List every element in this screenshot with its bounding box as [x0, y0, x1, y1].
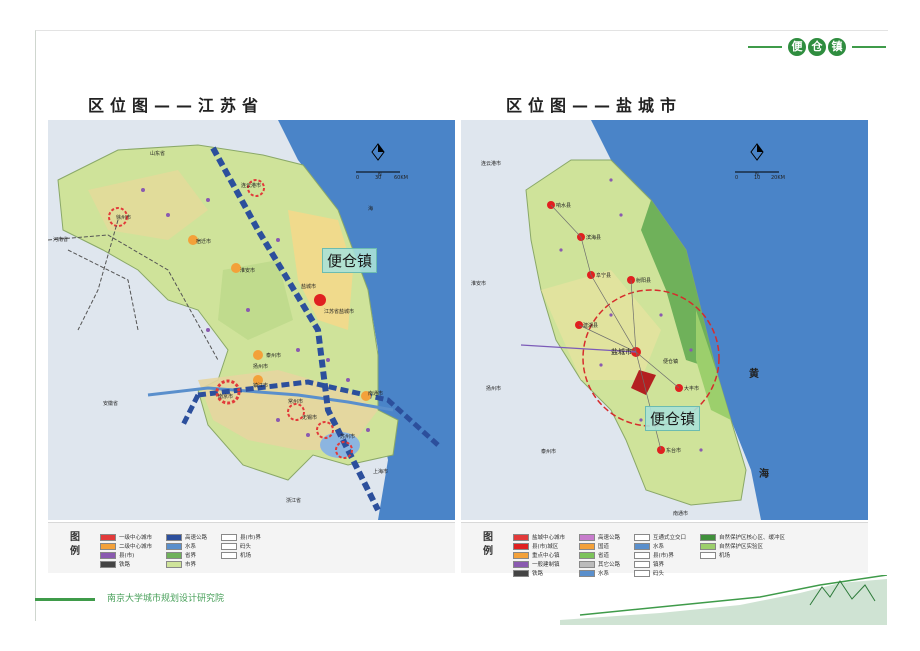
- legend-items: 盐城中心城市 高速公路 互通式立交口 自然保护区核心区、缓冲区 县(市)城区 国…: [513, 533, 785, 577]
- place-label: 南京市: [218, 394, 234, 400]
- place-label: 徐州市: [116, 215, 132, 221]
- legend-item: 铁路: [513, 569, 565, 577]
- brand-line-left: [748, 46, 782, 48]
- scale-0: 0: [735, 175, 739, 181]
- place-label: 山东省: [150, 151, 166, 157]
- place-label: 苏州市: [340, 434, 356, 440]
- legend-item: 高速公路: [166, 533, 207, 541]
- scale-mid: 10: [754, 175, 761, 181]
- place-label: 阜宁县: [596, 273, 612, 279]
- legend-item: 一级中心城市: [100, 533, 152, 541]
- place-label: 盐城市: [301, 284, 317, 290]
- institute-name: 南京大学城市规划设计研究院: [107, 594, 225, 604]
- legend-item: 其它公路: [579, 560, 620, 568]
- brand-char: 便: [788, 38, 806, 56]
- legend-item: 自然保护区实验区: [700, 542, 785, 550]
- footer-decoration: [560, 575, 887, 625]
- left-map: 山东省 连云港市 徐州市 宿迁市 淮安市 盐城市 泰州市 扬州市 镇江市 南京市…: [48, 120, 455, 520]
- place-label: 淮安市: [471, 281, 487, 287]
- legend-item: 二级中心城市: [100, 542, 152, 550]
- legend-item: 自然保护区核心区、缓冲区: [700, 533, 785, 541]
- legend-item: 一般建制镇: [513, 560, 565, 568]
- legend-item: 重点中心镇: [513, 551, 565, 559]
- place-label: 海: [368, 206, 374, 212]
- legend-item: 县(市)城区: [513, 542, 565, 550]
- legend-item: 码头: [221, 542, 261, 550]
- legend-item: 县(市): [100, 551, 152, 559]
- legend-item: 水系: [166, 542, 207, 550]
- yancheng-map-svg: [461, 120, 868, 520]
- place-label: 江苏省盐城市: [324, 309, 355, 315]
- place-label: 常州市: [288, 399, 304, 405]
- legend-item: 机场: [221, 551, 261, 559]
- place-label: 海: [759, 469, 769, 480]
- place-label: 泰州市: [541, 449, 557, 455]
- legend-item: 水系: [634, 542, 686, 550]
- place-label: 射阳县: [636, 278, 652, 284]
- place-label: 盐城市: [611, 348, 632, 356]
- place-label: 扬州市: [486, 386, 502, 392]
- legend-item: 县(市)界: [221, 533, 261, 541]
- right-legend: 图例 盐城中心城市 高速公路 互通式立交口 自然保护区核心区、缓冲区 县(市)城…: [461, 522, 868, 577]
- legend-item: 国道: [579, 542, 620, 550]
- place-label: 南通市: [368, 391, 384, 397]
- brand-header: 便 仓 镇: [748, 38, 886, 56]
- place-label: 便仓镇: [663, 359, 679, 365]
- legend-items: 一级中心城市 高速公路 县(市)界 二级中心城市 水系 码头 县(市) 省界 机…: [100, 533, 261, 568]
- scale-0: 0: [356, 175, 360, 181]
- legend-item: 机场: [700, 551, 785, 559]
- legend-item: 高速公路: [579, 533, 620, 541]
- place-label: 东台市: [666, 448, 682, 454]
- place-label: 泰州市: [266, 353, 282, 359]
- legend-item: 铁路: [100, 560, 152, 568]
- place-label: 扬州市: [253, 364, 269, 370]
- place-label: 南通市: [673, 511, 689, 517]
- scale-mid: 30: [375, 175, 382, 181]
- place-label: 宿迁市: [196, 239, 212, 245]
- legend-item: 盐城中心城市: [513, 533, 565, 541]
- legend-item: 县(市)界: [634, 551, 686, 559]
- legend-item: 省界: [166, 551, 207, 559]
- place-label: 无锡市: [302, 415, 318, 421]
- place-label: 滨海县: [586, 235, 602, 241]
- place-label: 建湖县: [583, 323, 599, 329]
- scale-end: 60KM: [394, 175, 408, 181]
- right-map: 连云港市 淮安市 扬州市 泰州市 南通市 盐城市 便仓镇 黄 海 大丰市 东台市…: [461, 120, 868, 520]
- brand-logo: 便 仓 镇: [788, 38, 846, 56]
- place-label: 镇江市: [253, 383, 269, 389]
- place-label: 河南省: [53, 237, 69, 243]
- place-label: 黄: [749, 369, 759, 380]
- place-label: 浙江省: [286, 498, 302, 504]
- brand-line-right: [852, 46, 886, 48]
- location-callout: 便仓镇: [322, 248, 378, 273]
- legend-heading: 图例: [70, 532, 80, 557]
- legend-item: 市界: [166, 560, 207, 568]
- place-label: 连云港市: [481, 161, 502, 167]
- left-legend: 图例 一级中心城市 高速公路 县(市)界 二级中心城市 水系 码头 县(市) 省…: [48, 522, 455, 573]
- place-label: 上海市: [373, 469, 389, 475]
- legend-item: 省道: [579, 551, 620, 559]
- place-label: 安徽省: [103, 401, 119, 407]
- brand-char: 镇: [828, 38, 846, 56]
- legend-heading: 图例: [483, 532, 493, 557]
- legend-item: [700, 560, 785, 568]
- place-label: 响水县: [556, 203, 572, 209]
- scale-end: 20KM: [771, 175, 785, 181]
- legend-item: 镇界: [634, 560, 686, 568]
- legend-item: 互通式立交口: [634, 533, 686, 541]
- footer-bar: [35, 598, 95, 601]
- brand-char: 仓: [808, 38, 826, 56]
- left-panel-title: 区位图——江苏省: [88, 96, 265, 115]
- page: 便 仓 镇 区位图——江苏省 山东省 连云港市 徐州市 宿迁市 淮安市 盐城市 …: [0, 0, 920, 651]
- place-label: 淮安市: [240, 268, 256, 274]
- location-callout: 便仓镇: [645, 406, 701, 431]
- place-label: 大丰市: [684, 386, 700, 392]
- place-label: 连云港市: [241, 183, 262, 189]
- right-panel-title: 区位图——盐城市: [506, 96, 683, 115]
